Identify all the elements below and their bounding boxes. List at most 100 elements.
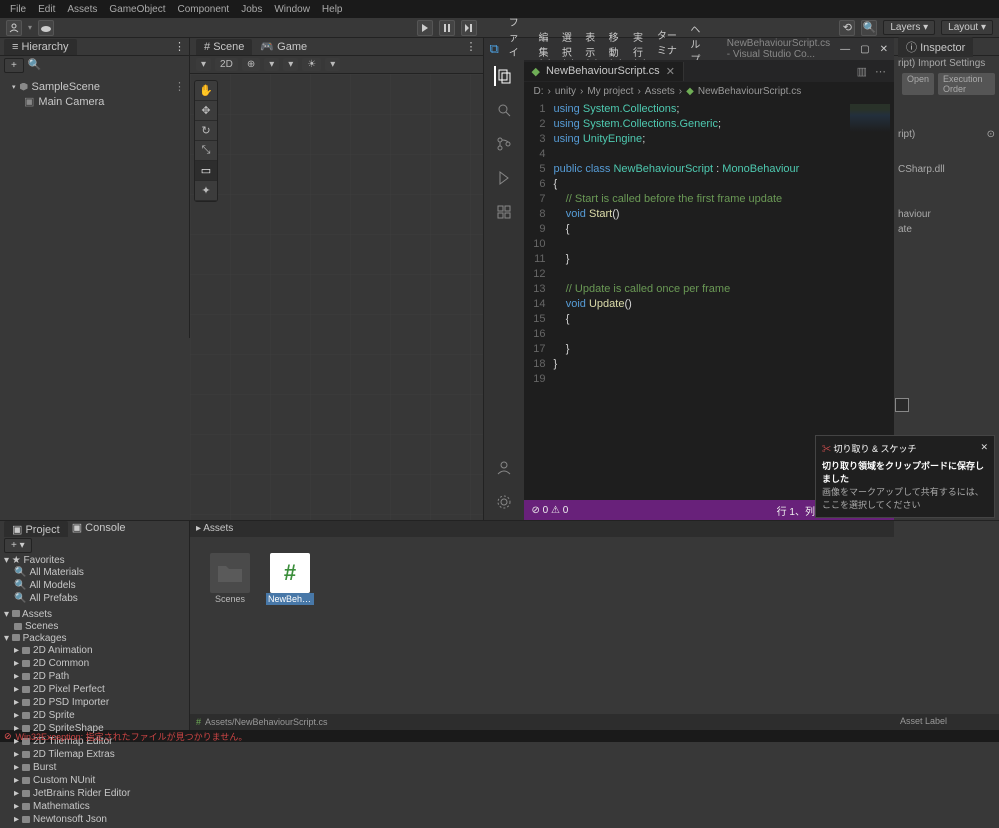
step-button[interactable] — [461, 20, 477, 36]
scene-tools: ✋ ✥ ↻ ⤡ ▭ ✦ — [194, 80, 218, 202]
scene-gizmos-toggle[interactable]: ☀ — [302, 58, 321, 71]
vscode-logo-icon: ⧉ — [490, 41, 499, 57]
favorites-header[interactable]: ▾ ★ Favorites — [4, 555, 185, 566]
menu-assets[interactable]: Assets — [61, 4, 103, 15]
fav-all-materials[interactable]: 🔍 All Materials — [4, 566, 185, 579]
hierarchy-options-icon[interactable]: ⋮ — [174, 40, 185, 53]
breadcrumb[interactable]: D:› unity› My project› Assets› ◆NewBehav… — [524, 82, 895, 100]
debug-icon[interactable] — [494, 168, 514, 188]
inspector-header: ⓘ Inspector — [894, 38, 999, 56]
method-row: ate — [894, 222, 999, 237]
snip-preview-icon — [895, 398, 909, 412]
menu-component[interactable]: Component — [172, 4, 236, 15]
move-tool[interactable]: ✥ — [195, 101, 217, 121]
package-item[interactable]: ▸ 2D Tilemap Extras — [4, 748, 185, 761]
scale-tool[interactable]: ⤡ — [195, 141, 217, 161]
csharp-file-icon: ◆ — [532, 65, 540, 78]
scene-tab[interactable]: # Scene — [196, 39, 252, 55]
scene-2d-toggle[interactable]: 2D — [215, 58, 238, 71]
source-control-icon[interactable] — [494, 134, 514, 154]
package-item[interactable]: ▸ 2D Common — [4, 657, 185, 670]
explorer-icon[interactable] — [494, 66, 514, 86]
vs-maximize-button[interactable]: ▢ — [860, 44, 869, 55]
extensions-icon[interactable] — [494, 202, 514, 222]
menu-jobs[interactable]: Jobs — [235, 4, 268, 15]
pause-button[interactable] — [439, 20, 455, 36]
asset-script-file[interactable]: # NewBehavi... — [266, 553, 314, 605]
tab-close-icon[interactable]: ✕ — [666, 65, 675, 78]
rect-tool[interactable]: ▭ — [195, 161, 217, 181]
search-icon[interactable]: 🔍 — [861, 20, 877, 36]
open-button[interactable]: Open — [902, 73, 934, 95]
notification-toast[interactable]: ✂ 切り取り & スケッチ ✕ 切り取り領域をクリップボードに保存しました 画像… — [815, 435, 995, 518]
package-item[interactable]: ▸ 2D PSD Importer — [4, 696, 185, 709]
script-field: ript)⊙ — [894, 127, 999, 142]
console-tab[interactable]: ▣ Console — [72, 521, 126, 537]
execution-order-button[interactable]: Execution Order — [938, 73, 995, 95]
project-tab[interactable]: ▣ Project — [4, 521, 68, 537]
menu-edit[interactable]: Edit — [32, 4, 61, 15]
rotate-tool[interactable]: ↻ — [195, 121, 217, 141]
project-breadcrumb[interactable]: ▸ Assets — [190, 521, 894, 537]
package-item[interactable]: ▸ Burst — [4, 761, 185, 774]
project-add-button[interactable]: + ▾ — [4, 538, 32, 553]
package-item[interactable]: ▸ JetBrains Rider Editor — [4, 787, 185, 800]
scene-lighting-toggle[interactable]: ⊕ — [242, 58, 260, 71]
line-gutter: 12345678910111213141516171819 — [524, 100, 554, 500]
layout-dropdown[interactable]: Layout ▾ — [941, 20, 993, 35]
game-tab[interactable]: 🎮 Game — [260, 40, 307, 53]
inspector-tab[interactable]: ⓘ Inspector — [898, 37, 973, 57]
scene-shading-dropdown[interactable]: ▾ — [196, 58, 211, 71]
asset-labels-bar[interactable]: Asset Label — [894, 714, 999, 730]
toast-close-icon[interactable]: ✕ — [980, 442, 988, 455]
hierarchy-tab[interactable]: ≡ Hierarchy — [4, 39, 77, 55]
asset-scenes-folder[interactable]: Scenes — [206, 553, 254, 605]
scene-viewport[interactable] — [190, 74, 483, 520]
settings-gear-icon[interactable] — [494, 492, 514, 512]
split-editor-icon[interactable]: ▥ — [857, 65, 867, 78]
account-icon[interactable] — [6, 20, 22, 36]
accounts-icon[interactable] — [494, 458, 514, 478]
undo-history-icon[interactable]: ⟲ — [839, 20, 855, 36]
package-item[interactable]: ▸ 2D Pixel Perfect — [4, 683, 185, 696]
fav-all-prefabs[interactable]: 🔍 All Prefabs — [4, 592, 185, 605]
scene-camera-dropdown[interactable]: ▾ — [325, 58, 340, 71]
package-item[interactable]: ▸ 2D Sprite — [4, 709, 185, 722]
hand-tool[interactable]: ✋ — [195, 81, 217, 101]
hierarchy-add-button[interactable]: + — [4, 58, 24, 73]
menu-window[interactable]: Window — [268, 4, 316, 15]
scenes-folder[interactable]: Scenes — [4, 620, 185, 633]
menu-gameobject[interactable]: GameObject — [103, 4, 171, 15]
menu-file[interactable]: File — [4, 4, 32, 15]
menu-help[interactable]: Help — [316, 4, 349, 15]
editor-more-icon[interactable]: ⋯ — [875, 65, 886, 78]
package-item[interactable]: ▸ Newtonsoft Json — [4, 813, 185, 826]
package-item[interactable]: ▸ Mathematics — [4, 800, 185, 813]
scene-audio-toggle[interactable]: ▾ — [264, 58, 279, 71]
unity-statusbar[interactable]: ⊘ Win32Exception: 指定されたファイルが見つかりません。 — [0, 730, 999, 742]
package-item[interactable]: ▸ 2D Animation — [4, 644, 185, 657]
cloud-icon[interactable] — [38, 20, 54, 36]
play-button[interactable] — [417, 20, 433, 36]
scene-fx-dropdown[interactable]: ▾ — [283, 58, 298, 71]
vscode-activity-bar — [484, 60, 524, 520]
gameobject-row[interactable]: ▣Main Camera — [4, 94, 185, 109]
vs-minimize-button[interactable]: — — [840, 44, 850, 55]
vs-close-button[interactable]: ✕ — [880, 44, 888, 55]
editor-tab[interactable]: ◆ NewBehaviourScript.cs ✕ — [524, 62, 684, 81]
packages-folder[interactable]: ▾ Packages — [4, 633, 185, 644]
minimap[interactable] — [850, 104, 890, 132]
fav-all-models[interactable]: 🔍 All Models — [4, 579, 185, 592]
scene-tab-options-icon[interactable]: ⋮ — [466, 40, 477, 53]
scene-row[interactable]: ▾SampleScene⋮ — [4, 79, 185, 94]
assets-folder[interactable]: ▾ Assets — [4, 609, 185, 620]
hierarchy-search-icon[interactable]: 🔍 — [28, 58, 42, 73]
package-item[interactable]: ▸ 2D Path — [4, 670, 185, 683]
search-activity-icon[interactable] — [494, 100, 514, 120]
folder-icon — [210, 553, 250, 593]
layers-dropdown[interactable]: Layers ▾ — [883, 20, 935, 35]
asset-path-bar: #Assets/NewBehaviourScript.cs — [190, 714, 894, 730]
status-problems[interactable]: ⊘ 0 ⚠ 0 — [532, 505, 569, 516]
transform-tool[interactable]: ✦ — [195, 181, 217, 201]
package-item[interactable]: ▸ Custom NUnit — [4, 774, 185, 787]
